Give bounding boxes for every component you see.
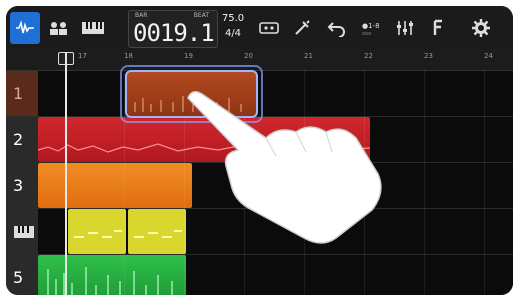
counter-value: 0019.1 <box>133 19 215 47</box>
selected-audio-region[interactable] <box>125 70 258 118</box>
midi-region[interactable] <box>128 209 186 254</box>
svg-text:ooo: ooo <box>362 31 371 37</box>
metronome-icon <box>433 19 442 35</box>
bar-number: 22 <box>364 52 373 60</box>
waveform-icon <box>16 20 34 34</box>
device-screen: BAR BEAT 0019.1 75.0 4/4 ●1-8 ooo 17 18 … <box>6 6 513 295</box>
track-number: 2 <box>13 130 24 149</box>
cassette-button[interactable] <box>254 12 284 44</box>
piano-icon <box>82 22 104 34</box>
bar-label: BAR <box>135 12 148 19</box>
time-signature-value: 4/4 <box>224 28 242 39</box>
audio-region[interactable] <box>38 117 370 162</box>
track-row-2: 2 <box>6 117 513 163</box>
bar-number: 21 <box>304 52 313 60</box>
bar-number: 24 <box>484 52 493 60</box>
cassette-icon <box>259 22 279 34</box>
track-header-keyboard[interactable] <box>6 209 38 254</box>
bar-number: 23 <box>424 52 433 60</box>
metronome-button[interactable] <box>424 12 454 44</box>
track-header-2[interactable]: 2 <box>6 117 38 162</box>
grid-line <box>304 70 305 295</box>
playhead-line[interactable] <box>65 52 67 295</box>
bar-number: 18 <box>124 52 133 60</box>
midi-notes <box>134 230 182 238</box>
toolbar: BAR BEAT 0019.1 75.0 4/4 ●1-8 ooo <box>6 6 513 50</box>
track-number: 1 <box>13 84 24 103</box>
track-row-3: 3 <box>6 163 513 209</box>
track-header-1[interactable]: 1 <box>6 71 38 116</box>
grid-line <box>424 70 425 295</box>
track-lane-2[interactable] <box>38 117 513 162</box>
track-number: 3 <box>13 176 24 195</box>
grid-line <box>364 70 365 295</box>
waveform-mode-button[interactable] <box>10 12 40 44</box>
tempo-value: 75.0 <box>221 13 245 24</box>
track-row-keyboard <box>6 209 513 255</box>
waveform <box>134 96 242 112</box>
loop-icon: ●1-8ooo <box>362 22 380 37</box>
track-row-5: 5 <box>6 255 513 295</box>
tools-button[interactable] <box>288 12 318 44</box>
people-icon <box>50 22 67 35</box>
beat-label: BEAT <box>193 12 209 19</box>
mixer-faders-button[interactable] <box>390 12 420 44</box>
settings-button[interactable] <box>466 12 496 44</box>
bar-number: 19 <box>184 52 193 60</box>
mixer-people-button[interactable] <box>44 12 74 44</box>
midi-region[interactable] <box>68 209 126 254</box>
svg-text:●1-8: ●1-8 <box>362 22 380 30</box>
tempo-time-signature[interactable]: 75.0 4/4 <box>218 10 248 46</box>
bar-number: 17 <box>78 52 87 60</box>
grid-line <box>484 70 485 295</box>
keyboard-button[interactable] <box>78 12 108 44</box>
midi-notes <box>74 230 122 238</box>
loop-button[interactable]: ●1-8 ooo <box>356 12 386 44</box>
waveform <box>38 143 370 153</box>
tools-icon <box>295 20 310 35</box>
position-counter[interactable]: BAR BEAT 0019.1 <box>128 10 218 48</box>
undo-icon <box>327 22 345 37</box>
track-header-5[interactable]: 5 <box>6 255 38 295</box>
track-lane-1[interactable] <box>38 71 513 116</box>
track-lane-keyboard[interactable] <box>38 209 513 254</box>
piano-icon <box>14 225 34 238</box>
track-lane-5[interactable] <box>38 255 513 295</box>
track-header-3[interactable]: 3 <box>6 163 38 208</box>
undo-button[interactable] <box>322 12 352 44</box>
track-number: 5 <box>13 268 24 287</box>
mixer-faders-icon <box>397 21 413 35</box>
audio-region[interactable] <box>38 163 192 208</box>
bar-number: 20 <box>244 52 253 60</box>
waveform <box>47 267 173 295</box>
track-lane-3[interactable] <box>38 163 513 208</box>
audio-region[interactable] <box>38 255 186 295</box>
settings-gear-icon <box>472 19 490 37</box>
